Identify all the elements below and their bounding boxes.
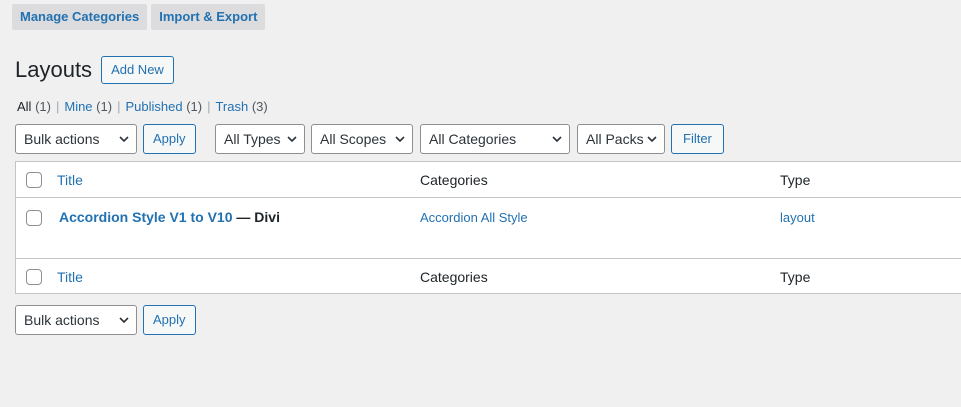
types-select[interactable]: All Types: [215, 124, 305, 154]
type-column-footer: Type: [780, 269, 811, 285]
top-nav: Manage Categories Import & Export: [12, 4, 266, 30]
bulk-actions-select-bottom[interactable]: Bulk actions: [15, 305, 137, 335]
view-published-link[interactable]: Published: [125, 99, 182, 114]
packs-select[interactable]: All Packs: [577, 124, 665, 154]
table-row: Accordion Style V1 to V10 — Divi Accordi…: [16, 198, 961, 258]
categories-column-footer: Categories: [420, 269, 488, 285]
scopes-value: All Scopes: [320, 131, 387, 147]
chevron-down-icon: [287, 136, 297, 143]
view-trash-count: (3): [251, 99, 268, 114]
row-type-link[interactable]: layout: [780, 210, 815, 225]
manage-categories-tab[interactable]: Manage Categories: [12, 4, 148, 30]
view-separator: |: [207, 99, 211, 114]
filter-button[interactable]: Filter: [671, 124, 724, 154]
types-value: All Types: [224, 131, 281, 147]
page-header: Layouts Add New: [15, 56, 174, 84]
apply-button-bottom[interactable]: Apply: [143, 305, 196, 335]
categories-select[interactable]: All Categories: [420, 124, 570, 154]
chevron-down-icon: [395, 136, 405, 143]
apply-button-top[interactable]: Apply: [143, 124, 196, 154]
scopes-select[interactable]: All Scopes: [311, 124, 413, 154]
view-mine-count: (1): [96, 99, 113, 114]
packs-value: All Packs: [586, 131, 644, 147]
view-separator: |: [55, 99, 60, 114]
bulk-actions-select-top[interactable]: Bulk actions: [15, 124, 137, 154]
view-mine-link[interactable]: Mine: [64, 99, 92, 114]
table-header: Title Categories Type: [16, 162, 961, 198]
view-separator: |: [117, 99, 121, 114]
layouts-table: Title Categories Type Accordion Style V1…: [15, 161, 961, 294]
row-title-link[interactable]: Accordion Style V1 to V10: [59, 209, 233, 225]
table-footer: Title Categories Type: [16, 258, 961, 294]
select-all-checkbox-footer[interactable]: [26, 269, 42, 285]
chevron-down-icon: [647, 136, 657, 143]
page-title: Layouts: [15, 57, 93, 82]
type-column-header: Type: [780, 172, 811, 188]
row-checkbox[interactable]: [26, 210, 42, 226]
add-new-button[interactable]: Add New: [101, 56, 174, 84]
view-all-count: (1): [35, 99, 51, 114]
categories-value: All Categories: [429, 131, 517, 147]
chevron-down-icon: [552, 136, 562, 143]
select-all-checkbox[interactable]: [26, 172, 42, 188]
row-category-link[interactable]: Accordion All Style: [420, 210, 528, 225]
view-filter-links: All (1) | Mine (1) | Published (1) | Trash (3): [17, 99, 268, 114]
bulk-actions-value: Bulk actions: [24, 312, 100, 328]
title-column-header[interactable]: Title: [57, 172, 83, 188]
row-title-cell: Accordion Style V1 to V10 — Divi: [59, 209, 280, 225]
view-trash-link[interactable]: Trash: [215, 99, 248, 114]
chevron-down-icon: [119, 317, 129, 324]
view-all-link[interactable]: All: [17, 99, 31, 114]
bulk-actions-value: Bulk actions: [24, 131, 100, 147]
view-published-count: (1): [186, 99, 203, 114]
import-export-tab[interactable]: Import & Export: [151, 4, 266, 30]
categories-column-header: Categories: [420, 172, 488, 188]
row-title-suffix: — Divi: [232, 209, 280, 225]
title-column-footer[interactable]: Title: [57, 269, 83, 285]
chevron-down-icon: [119, 136, 129, 143]
